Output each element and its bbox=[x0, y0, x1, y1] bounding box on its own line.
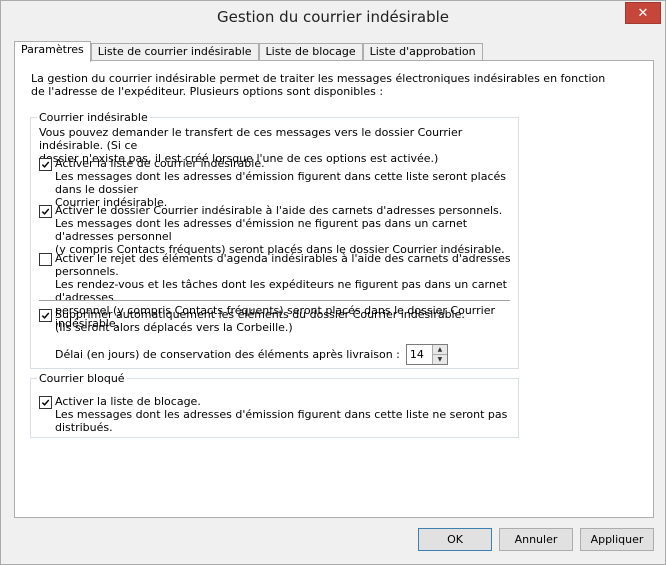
tab-parametres[interactable]: Paramètres bbox=[14, 41, 91, 62]
option-label: Activer la liste de blocage. bbox=[55, 395, 201, 408]
checkbox-auto-delete[interactable] bbox=[39, 309, 52, 322]
delay-row: Délai (en jours) de conservation des élé… bbox=[55, 344, 448, 365]
window-title: Gestion du courrier indésirable bbox=[217, 8, 449, 26]
option-label: Activer le rejet des éléments d'agenda i… bbox=[55, 252, 511, 278]
close-icon: ✕ bbox=[637, 5, 649, 21]
delay-days-input[interactable]: 14 bbox=[406, 345, 432, 364]
separator bbox=[39, 300, 510, 301]
checkmark-icon bbox=[41, 208, 50, 215]
title-bar: Gestion du courrier indésirable ✕ bbox=[1, 1, 665, 32]
option-description: Les messages dont les adresses d'émissio… bbox=[55, 408, 508, 434]
settings-panel: La gestion du courrier indésirable perme… bbox=[14, 60, 654, 518]
junk-mail-legend: Courrier indésirable bbox=[37, 111, 150, 124]
checkbox-reject-calendar[interactable] bbox=[39, 253, 52, 266]
blocked-mail-legend: Courrier bloqué bbox=[37, 372, 127, 385]
desc-line: Vous pouvez demander le transfert de ces… bbox=[39, 126, 463, 152]
checkbox-junk-list[interactable] bbox=[39, 158, 52, 171]
checkmark-icon bbox=[41, 399, 50, 406]
option-label: Activer le dossier Courrier indésirable … bbox=[55, 204, 503, 217]
junk-mail-group: Courrier indésirable Vous pouvez demande… bbox=[30, 111, 519, 369]
increment-arrow-icon[interactable]: ▲ bbox=[432, 345, 447, 354]
tab-approval-list[interactable]: Liste d'approbation bbox=[362, 43, 483, 61]
checkmark-icon bbox=[41, 161, 50, 168]
checkmark-icon bbox=[41, 312, 50, 319]
tab-strip: Paramètres Liste de courrier indésirable… bbox=[14, 41, 483, 62]
delay-days-stepper[interactable]: 14 ▲ ▼ bbox=[405, 344, 448, 365]
option-junk-folder-address-books[interactable]: Activer le dossier Courrier indésirable … bbox=[39, 204, 518, 256]
option-block-list[interactable]: Activer la liste de blocage. Les message… bbox=[39, 395, 518, 434]
option-auto-delete[interactable]: Supprimer automatiquement les éléments d… bbox=[39, 308, 465, 334]
dialog-window: Gestion du courrier indésirable ✕ Paramè… bbox=[0, 0, 666, 565]
intro-text: La gestion du courrier indésirable perme… bbox=[31, 72, 631, 98]
blocked-mail-group: Courrier bloqué Activer la liste de bloc… bbox=[30, 372, 519, 438]
tab-block-list[interactable]: Liste de blocage bbox=[258, 43, 363, 61]
intro-line: La gestion du courrier indésirable perme… bbox=[31, 72, 606, 85]
option-junk-list[interactable]: Activer la liste de courrier indésirable… bbox=[39, 157, 518, 209]
checkbox-junk-folder[interactable] bbox=[39, 205, 52, 218]
ok-button[interactable]: OK bbox=[418, 528, 492, 551]
option-description: Les messages dont les adresses d'émissio… bbox=[55, 217, 468, 243]
option-label: Supprimer automatiquement les éléments d… bbox=[55, 308, 465, 321]
decrement-arrow-icon[interactable]: ▼ bbox=[432, 354, 447, 364]
option-label: Activer la liste de courrier indésirable… bbox=[55, 157, 265, 170]
option-description: (Ils seront alors déplacés vers la Corbe… bbox=[55, 321, 293, 334]
tab-junk-list[interactable]: Liste de courrier indésirable bbox=[90, 43, 259, 61]
option-description: Les messages dont les adresses d'émissio… bbox=[55, 170, 507, 196]
intro-line: de l'adresse de l'expéditeur. Plusieurs … bbox=[31, 85, 384, 98]
close-button[interactable]: ✕ bbox=[625, 2, 661, 24]
cancel-button[interactable]: Annuler bbox=[499, 528, 573, 551]
delay-label: Délai (en jours) de conservation des élé… bbox=[55, 348, 400, 361]
checkbox-block-list[interactable] bbox=[39, 396, 52, 409]
apply-button[interactable]: Appliquer bbox=[580, 528, 654, 551]
